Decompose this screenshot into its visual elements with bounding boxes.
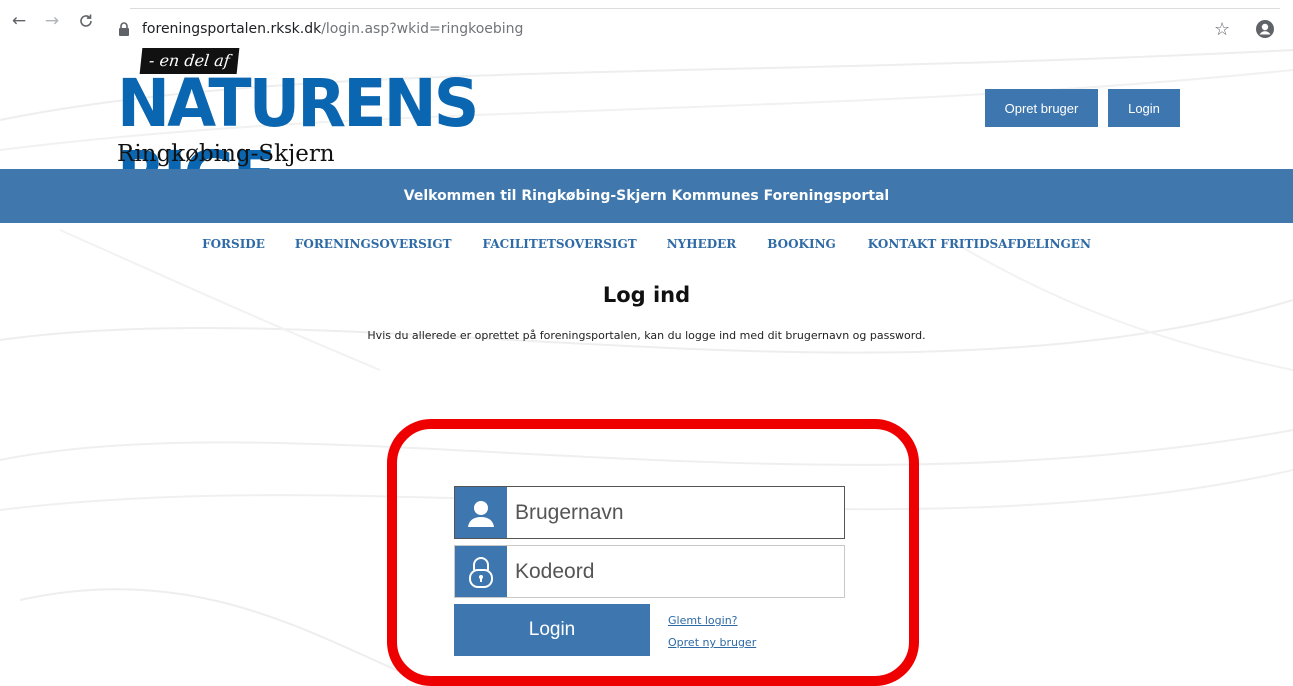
- lock-icon: [119, 22, 129, 36]
- reload-icon[interactable]: [76, 11, 96, 31]
- url-host: foreningsportalen.rksk.dk: [142, 21, 322, 37]
- page: - en del af NATURENS RIGE Ringkøbing-Skj…: [0, 40, 1293, 686]
- welcome-text: Velkommen til Ringkøbing-Skjern Kommunes…: [403, 188, 890, 204]
- page-title: Log ind: [602, 283, 691, 307]
- star-icon[interactable]: ☆: [1214, 19, 1230, 40]
- header-login-button[interactable]: Login: [1108, 89, 1180, 127]
- welcome-banner: Velkommen til Ringkøbing-Skjern Kommunes…: [0, 169, 1293, 223]
- username-field[interactable]: [454, 486, 845, 539]
- nav-item-forside[interactable]: FORSIDE: [202, 233, 265, 255]
- browser-toolbar: ← → foreningsportalen.rksk.dk/login.asp?…: [0, 0, 1293, 40]
- padlock-icon: [455, 546, 507, 597]
- new-user-link[interactable]: Opret ny bruger: [668, 636, 756, 649]
- url-path: /login.asp?wkid=ringkoebing: [321, 21, 524, 37]
- password-field[interactable]: [454, 545, 845, 598]
- nav-item-foreningsoversigt[interactable]: FORENINGSOVERSIGT: [295, 233, 452, 255]
- account-circle-icon[interactable]: [1255, 19, 1275, 39]
- create-user-button[interactable]: Opret bruger: [985, 89, 1098, 127]
- arrow-left-icon[interactable]: ←: [9, 11, 29, 31]
- nav-item-booking[interactable]: BOOKING: [767, 233, 836, 255]
- nav-item-facilitetsoversigt[interactable]: FACILITETSOVERSIGT: [483, 233, 637, 255]
- forgot-login-link[interactable]: Glemt login?: [668, 614, 738, 627]
- logo[interactable]: - en del af NATURENS RIGE Ringkøbing-Skj…: [117, 48, 479, 212]
- password-input[interactable]: [507, 546, 844, 597]
- username-input[interactable]: [507, 487, 844, 538]
- user-icon: [455, 487, 507, 538]
- arrow-right-icon[interactable]: →: [42, 11, 62, 31]
- main-nav: FORSIDE FORENINGSOVERSIGT FACILITETSOVER…: [0, 233, 1293, 255]
- login-button[interactable]: Login: [454, 604, 650, 656]
- toolbar-divider: [130, 8, 1280, 9]
- intro-text: Hvis du allerede er oprettet på forening…: [367, 329, 926, 342]
- nav-item-kontakt[interactable]: KONTAKT FRITIDSAFDELINGEN: [868, 233, 1091, 255]
- nav-item-nyheder[interactable]: NYHEDER: [667, 233, 737, 255]
